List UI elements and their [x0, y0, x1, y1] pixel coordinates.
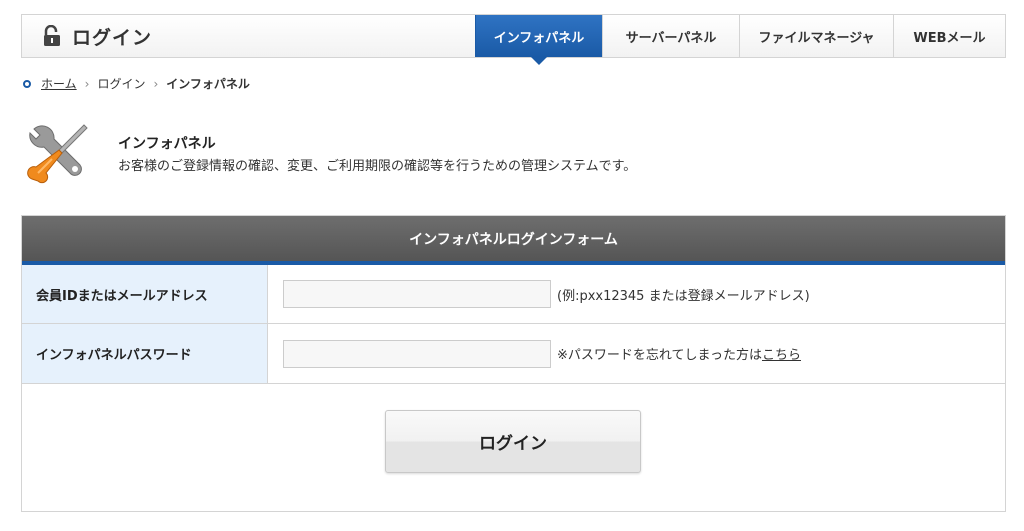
- breadcrumb-home-link[interactable]: ホーム: [41, 75, 77, 92]
- panel-tabs: インフォパネル サーバーパネル ファイルマネージャ WEBメール: [475, 15, 1005, 65]
- intro-description: お客様のご登録情報の確認、変更、ご利用期限の確認等を行うための管理システムです。: [118, 159, 637, 174]
- password-row: インフォパネルパスワード ※パスワードを忘れてしまった方は こちら: [22, 324, 1005, 384]
- top-header: ログイン インフォパネル サーバーパネル ファイルマネージャ WEBメール: [21, 14, 1006, 65]
- forgot-password-link[interactable]: こちら: [762, 344, 801, 363]
- submit-area: ログイン: [22, 384, 1005, 504]
- tab-infopanel[interactable]: インフォパネル: [475, 15, 602, 65]
- password-input[interactable]: [283, 339, 551, 368]
- breadcrumb-separator: ›: [84, 76, 90, 91]
- breadcrumb: ホーム › ログイン › インフォパネル: [23, 75, 250, 92]
- unlock-icon: [42, 24, 62, 47]
- member-id-hint: (例:pxx12345 または登録メールアドレス): [557, 288, 810, 304]
- member-id-input[interactable]: [283, 280, 551, 308]
- tab-filemanager[interactable]: ファイルマネージャ: [739, 15, 893, 57]
- bullet-icon: [23, 79, 31, 88]
- page-title: ログイン: [72, 26, 153, 49]
- tab-serverpanel[interactable]: サーバーパネル: [602, 15, 739, 57]
- login-form: インフォパネルログインフォーム 会員IDまたはメールアドレス (例:pxx123…: [21, 215, 1006, 512]
- password-label: インフォパネルパスワード: [22, 324, 268, 383]
- member-id-label: 会員IDまたはメールアドレス: [22, 265, 268, 323]
- login-button[interactable]: ログイン: [385, 410, 641, 473]
- breadcrumb-separator: ›: [153, 76, 159, 91]
- brand: ログイン: [22, 15, 475, 57]
- intro-title: インフォパネル: [118, 136, 216, 152]
- member-id-cell: (例:pxx12345 または登録メールアドレス): [268, 265, 1005, 323]
- password-cell: ※パスワードを忘れてしまった方は こちら: [268, 324, 1005, 383]
- tools-icon: [26, 123, 92, 187]
- password-hint: ※パスワードを忘れてしまった方は: [557, 348, 762, 363]
- breadcrumb-login: ログイン: [97, 77, 146, 91]
- breadcrumb-current: インフォパネル: [166, 77, 250, 91]
- tab-webmail[interactable]: WEBメール: [893, 15, 1005, 57]
- form-heading: インフォパネルログインフォーム: [22, 216, 1005, 265]
- member-id-row: 会員IDまたはメールアドレス (例:pxx12345 または登録メールアドレス): [22, 265, 1005, 324]
